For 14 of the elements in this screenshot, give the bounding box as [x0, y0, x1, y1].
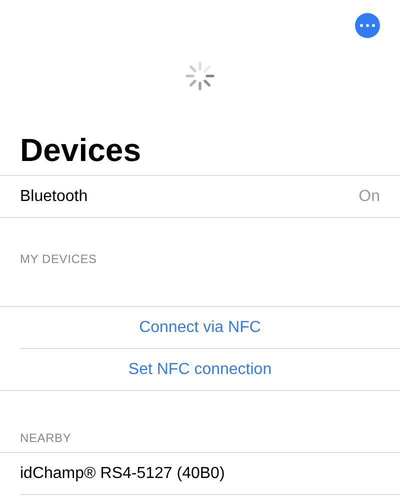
more-button[interactable] [355, 13, 380, 38]
page-title: Devices [0, 125, 400, 176]
bluetooth-status: On [358, 188, 380, 206]
action-row[interactable]: Set NFC connection [0, 349, 400, 391]
device-row[interactable]: idChamp® RS4-5127 (40B0) [20, 453, 400, 495]
section-header: NEARBY [20, 431, 72, 447]
spinner-icon [185, 61, 215, 91]
action-label: Connect via NFC [139, 318, 261, 336]
bluetooth-row[interactable]: Bluetooth On [0, 176, 400, 218]
section-header: MY DEVICES [20, 252, 97, 268]
action-row[interactable]: Connect via NFC [20, 307, 400, 349]
device-name: idChamp® RS4-5127 (40B0) [20, 464, 225, 482]
action-label: Set NFC connection [128, 360, 272, 378]
bluetooth-label: Bluetooth [20, 188, 88, 206]
